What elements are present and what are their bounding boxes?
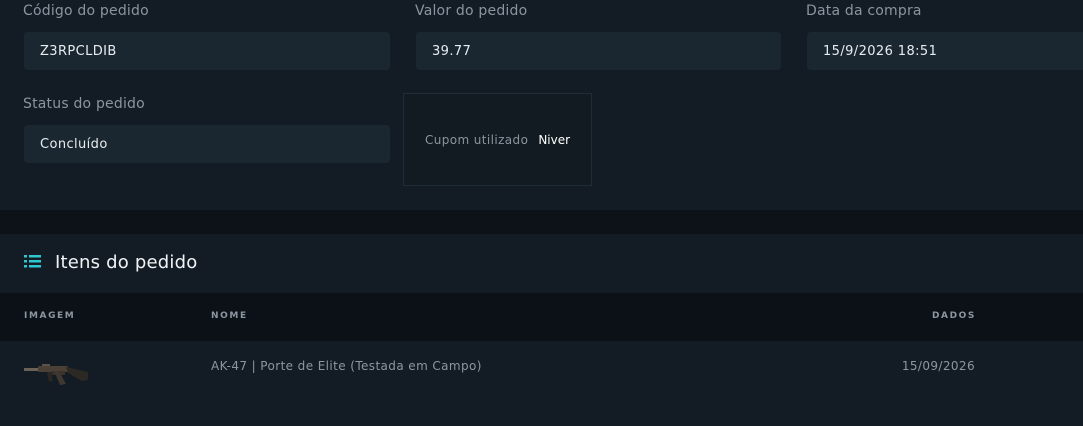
list-icon bbox=[24, 253, 41, 272]
order-status-label: Status do pedido bbox=[23, 96, 145, 112]
order-value-field[interactable]: 39.77 bbox=[416, 32, 781, 70]
order-value-label: Valor do pedido bbox=[415, 3, 528, 19]
table-header: IMAGEM NOME DADOS bbox=[0, 293, 1083, 341]
order-status-field[interactable]: Concluído bbox=[24, 125, 390, 163]
order-value-value: 39.77 bbox=[432, 43, 472, 59]
coupon-value: Niver bbox=[538, 132, 571, 147]
order-details-panel: Código do pedido Z3RPCLDIB Valor do pedi… bbox=[0, 0, 1083, 210]
column-header-data: DADOS bbox=[931, 311, 976, 321]
order-code-field[interactable]: Z3RPCLDIB bbox=[24, 32, 390, 70]
items-header: Itens do pedido bbox=[24, 252, 197, 273]
item-name[interactable]: AK-47 | Porte de Elite (Testada em Campo… bbox=[211, 359, 482, 373]
order-code-value: Z3RPCLDIB bbox=[40, 43, 117, 59]
order-status-value: Concluído bbox=[40, 136, 108, 152]
coupon-label: Cupom utilizado bbox=[424, 132, 529, 147]
rifle-icon bbox=[22, 357, 90, 397]
items-title: Itens do pedido bbox=[55, 252, 198, 273]
order-code-label: Código do pedido bbox=[23, 3, 149, 19]
column-header-image: IMAGEM bbox=[24, 311, 76, 321]
item-date: 15/09/2026 bbox=[901, 359, 975, 373]
purchase-date-value: 15/9/2026 18:51 bbox=[823, 43, 938, 59]
purchase-date-label: Data da compra bbox=[806, 3, 922, 19]
order-items-panel: Itens do pedido IMAGEM NOME DADOS AK-47 … bbox=[0, 234, 1083, 426]
column-header-name: NOME bbox=[211, 311, 248, 321]
purchase-date-field[interactable]: 15/9/2026 18:51 bbox=[807, 32, 1083, 70]
table-row[interactable]: AK-47 | Porte de Elite (Testada em Campo… bbox=[0, 341, 1083, 419]
coupon-box: Cupom utilizado Niver bbox=[403, 93, 592, 186]
